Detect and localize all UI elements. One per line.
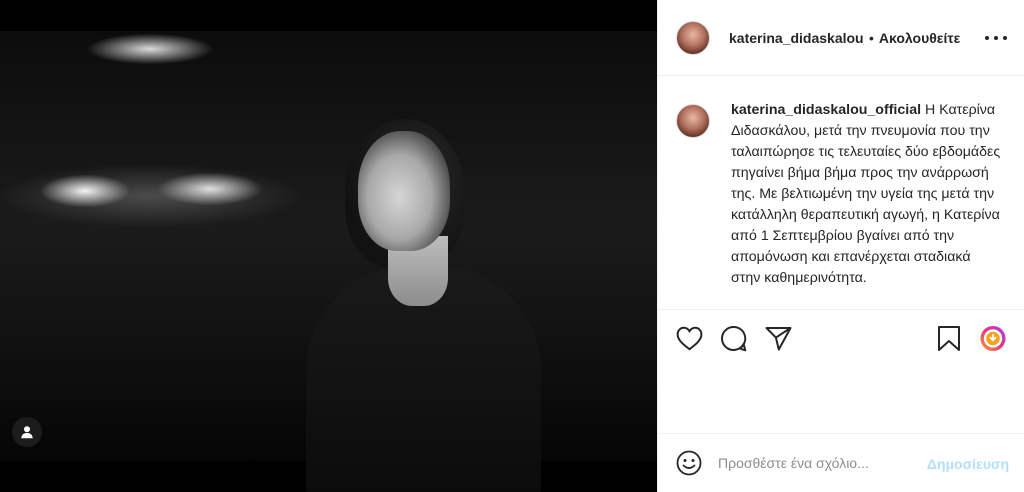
- photo-background: [0, 31, 657, 492]
- paper-plane-icon: [765, 326, 791, 350]
- save-button[interactable]: [935, 324, 963, 352]
- emoji-icon[interactable]: [676, 450, 702, 476]
- author-username-link[interactable]: katerina_didaskalou_official: [729, 30, 864, 46]
- post-side-panel: katerina_didaskalou_official • Ακολουθεί…: [657, 0, 1024, 492]
- caption-body: Η Κατερίνα Διδασκάλου, μετά την πνευμονί…: [731, 102, 1001, 286]
- like-button[interactable]: [675, 324, 703, 352]
- circle-app-icon: [980, 325, 1006, 351]
- comment-button[interactable]: [719, 324, 747, 352]
- author-avatar[interactable]: [676, 20, 710, 55]
- header-separator: •: [869, 29, 874, 46]
- post-actions-bar: [658, 309, 1024, 365]
- more-options-icon[interactable]: [985, 28, 1007, 48]
- post-comment-button[interactable]: Δημοσίευση: [927, 456, 1009, 472]
- caption-scrollbar[interactable]: [1018, 96, 1023, 306]
- user-tag-icon: [21, 426, 33, 439]
- caption-username-link[interactable]: katerina_didaskalou_official: [731, 102, 921, 118]
- user-tag-button[interactable]: [12, 417, 42, 447]
- post-caption: katerina_didaskalou_official Η Κατερίνα …: [658, 100, 1024, 305]
- bookmark-icon: [938, 325, 960, 351]
- caption-author-avatar[interactable]: [676, 104, 710, 138]
- extra-action-button[interactable]: [979, 324, 1007, 352]
- heart-icon: [676, 326, 702, 350]
- photo-subject-face: [358, 131, 450, 251]
- caption-text-block: katerina_didaskalou_official Η Κατερίνα …: [731, 100, 1003, 305]
- follow-status-button[interactable]: Ακολουθείτε: [879, 30, 960, 46]
- comment-composer: Δημοσίευση: [658, 433, 1024, 492]
- post-photo[interactable]: [0, 0, 657, 492]
- post-header: katerina_didaskalou_official • Ακολουθεί…: [658, 0, 1024, 76]
- comment-icon: [720, 325, 746, 351]
- share-button[interactable]: [764, 324, 792, 352]
- comment-input[interactable]: [718, 455, 908, 471]
